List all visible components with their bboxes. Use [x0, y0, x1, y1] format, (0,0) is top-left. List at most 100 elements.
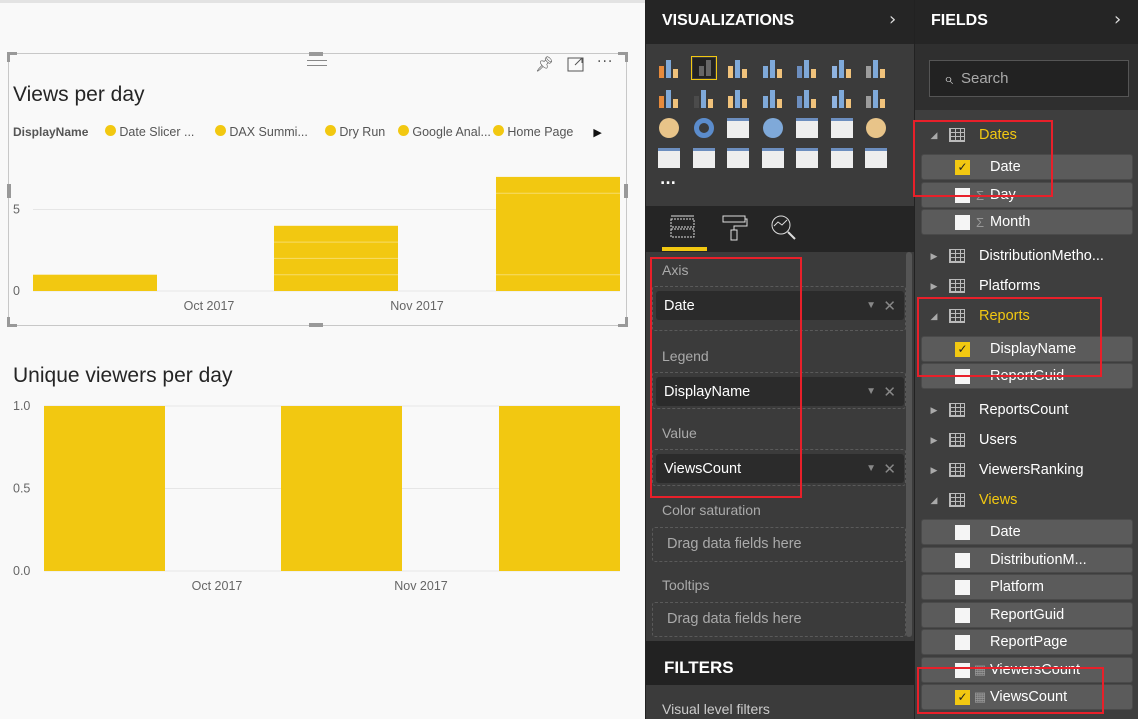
format-paint-roller-tab[interactable] [722, 214, 748, 242]
active-tab-indicator [662, 247, 707, 251]
expanded-arrow-icon[interactable]: ◢ [925, 495, 943, 506]
remove-icon: ✕ [883, 460, 896, 478]
pie-visual-icon[interactable] [656, 116, 682, 140]
field-item[interactable]: ReportGuid [921, 602, 1133, 628]
legend-item[interactable]: Dry Run [325, 125, 398, 139]
scrollbar[interactable] [906, 252, 912, 637]
field-item[interactable]: DistributionM... [921, 547, 1133, 573]
line-visual-icon[interactable] [863, 56, 889, 80]
slicer-visual-icon[interactable] [760, 146, 786, 170]
field-table-distributionmetho[interactable]: ▶ DistributionMetho... [915, 243, 1138, 269]
collapsed-arrow-icon[interactable]: ▶ [925, 435, 943, 446]
visual-title: Views per day [13, 83, 145, 106]
pin-icon[interactable]: 📌︎ [535, 55, 554, 73]
x-tick-label: Nov 2017 [390, 299, 444, 313]
legend-item[interactable]: Google Anal... [398, 125, 493, 139]
collapse-chevron-icon[interactable]: › [1114, 9, 1121, 30]
color-saturation-well[interactable]: Drag data fields here [652, 527, 906, 562]
checkbox[interactable] [955, 607, 970, 623]
line-and-clustered-column-visual-icon[interactable] [760, 86, 786, 110]
checkbox[interactable] [955, 579, 970, 595]
remove-icon: ✕ [883, 383, 896, 401]
highlight-box [913, 120, 1053, 197]
search-input[interactable]: ⌕ Search [929, 60, 1129, 97]
checkbox[interactable] [955, 552, 970, 568]
checkbox[interactable] [955, 634, 970, 650]
bar [33, 274, 157, 291]
dropdown-icon: ▼ [866, 386, 876, 397]
y-tick-label: 0 [13, 284, 20, 298]
checkbox[interactable] [955, 524, 970, 540]
filled-map-visual-icon[interactable] [794, 116, 820, 140]
legend-item[interactable]: Home Page [493, 125, 593, 139]
highlight-box [917, 297, 1102, 377]
field-item[interactable]: ReportPage [921, 629, 1133, 655]
ribbon-visual-icon[interactable] [794, 86, 820, 110]
fields-tab[interactable] [670, 215, 696, 241]
100-stacked-bar-visual-icon[interactable] [794, 56, 820, 80]
scatter-visual-icon[interactable] [863, 86, 889, 110]
field-table-platforms[interactable]: ▶ Platforms [915, 273, 1138, 299]
collapsed-arrow-icon[interactable]: ▶ [925, 465, 943, 476]
analytics-magnifier-tab[interactable] [770, 214, 798, 242]
stacked-column-visual-icon[interactable] [690, 56, 717, 80]
clustered-column-visual-icon[interactable] [760, 56, 786, 80]
stacked-area-visual-icon[interactable] [691, 86, 717, 110]
area-visual-icon[interactable] [656, 86, 682, 110]
collapsed-arrow-icon[interactable]: ▶ [925, 281, 943, 292]
stacked-bar-visual-icon[interactable] [656, 56, 682, 80]
table-icon [949, 463, 965, 477]
field-item[interactable]: Date [921, 519, 1133, 545]
legend-item[interactable]: DAX Summi... [215, 125, 325, 139]
table-icon [949, 403, 965, 417]
bar [44, 406, 165, 571]
field-table-reportscount[interactable]: ▶ ReportsCount [915, 397, 1138, 423]
collapse-chevron-icon[interactable]: › [889, 9, 896, 30]
color-saturation-label: Color saturation [662, 502, 761, 518]
more-options-icon[interactable]: ··· [597, 54, 613, 70]
y-tick-label: 0.0 [13, 564, 30, 578]
visual-title: Unique viewers per day [13, 364, 233, 387]
focus-mode-icon[interactable] [567, 57, 585, 73]
collapsed-arrow-icon[interactable]: ▶ [925, 405, 943, 416]
legend-item[interactable]: Date Slicer ... [105, 125, 215, 139]
legend: DisplayName Date Slicer ... DAX Summi...… [13, 125, 602, 139]
collapsed-arrow-icon[interactable]: ▶ [925, 251, 943, 262]
more-visuals-button[interactable]: ... [660, 172, 676, 188]
highlight-box [917, 667, 1104, 714]
legend-next-icon[interactable]: ▶ [593, 126, 601, 139]
field-item[interactable]: Σ Month [921, 209, 1133, 235]
bar [499, 406, 620, 571]
arcgis-map-visual-icon[interactable] [863, 146, 889, 170]
table-visual-icon[interactable] [794, 146, 820, 170]
field-table-users[interactable]: ▶ Users [915, 427, 1138, 453]
y-tick-label: 5 [13, 203, 20, 217]
100-stacked-column-visual-icon[interactable] [829, 56, 855, 80]
gauge-visual-icon[interactable] [863, 116, 889, 140]
field-table-viewersranking[interactable]: ▶ ViewersRanking [915, 457, 1138, 483]
fields-title: FIELDS [931, 12, 988, 29]
drag-handle-icon[interactable] [307, 60, 327, 66]
donut-visual-icon[interactable] [691, 116, 717, 140]
treemap-visual-icon[interactable] [725, 116, 751, 140]
table-icon [949, 433, 965, 447]
table-icon [949, 279, 965, 293]
multi-row-card-visual-icon[interactable] [691, 146, 717, 170]
sigma-icon: Σ [975, 214, 985, 230]
tooltips-well[interactable]: Drag data fields here [652, 602, 906, 637]
line-and-stacked-column-visual-icon[interactable] [725, 86, 751, 110]
visual-level-filters[interactable]: Visual level filters [662, 701, 770, 717]
kpi-visual-icon[interactable] [725, 146, 751, 170]
card-visual-icon[interactable] [656, 146, 682, 170]
y-tick-label: 1.0 [13, 399, 30, 413]
waterfall-visual-icon[interactable] [829, 86, 855, 110]
bar [281, 406, 402, 571]
unique-viewers-chart: 0.0 0.5 1.0 Oct 2017 Nov 2017 [13, 399, 620, 593]
map-visual-icon[interactable] [760, 116, 786, 140]
funnel-visual-icon[interactable] [829, 116, 855, 140]
field-item[interactable]: Platform [921, 574, 1133, 600]
matrix-visual-icon[interactable] [829, 146, 855, 170]
checkbox[interactable] [955, 214, 970, 230]
clustered-bar-visual-icon[interactable] [725, 56, 751, 80]
field-table-views[interactable]: ◢ Views [915, 487, 1138, 513]
